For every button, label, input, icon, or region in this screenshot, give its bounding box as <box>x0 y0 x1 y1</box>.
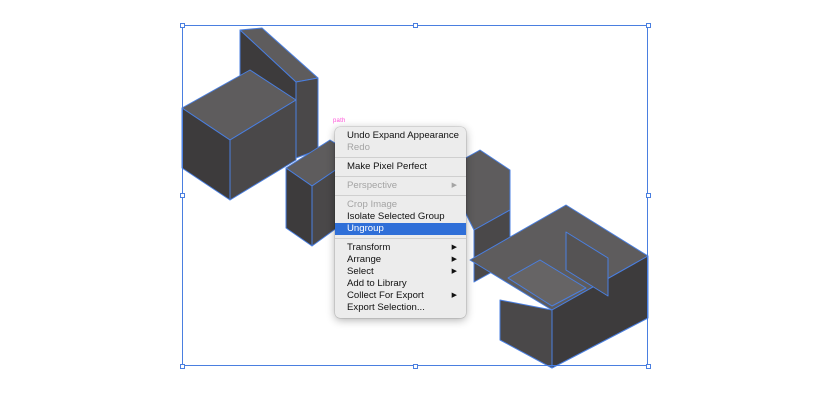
menu-item-redo: Redo <box>335 142 466 154</box>
menu-item-label: Isolate Selected Group <box>347 211 445 222</box>
menu-item-isolate-selected-group[interactable]: Isolate Selected Group <box>335 211 466 223</box>
menu-item-label: Make Pixel Perfect <box>347 161 427 172</box>
menu-item-arrange[interactable]: Arrange ▶ <box>335 254 466 266</box>
submenu-arrow-icon: ▶ <box>451 292 457 299</box>
menu-item-transform[interactable]: Transform ▶ <box>335 242 466 254</box>
menu-item-label: Perspective <box>347 180 398 191</box>
menu-item-label: Select <box>347 266 374 277</box>
menu-item-make-pixel-perfect[interactable]: Make Pixel Perfect <box>335 161 466 173</box>
resize-handle-top-center[interactable] <box>413 23 418 28</box>
menu-item-perspective: Perspective ▶ <box>335 180 466 192</box>
resize-handle-bottom-right[interactable] <box>646 364 651 369</box>
menu-item-label: Add to Library <box>347 278 407 289</box>
menu-item-select[interactable]: Select ▶ <box>335 266 466 278</box>
resize-handle-middle-left[interactable] <box>180 193 185 198</box>
smart-guide-path-label: path <box>333 118 346 124</box>
menu-item-crop-image: Crop Image <box>335 199 466 211</box>
menu-separator <box>335 195 466 196</box>
menu-item-add-to-library[interactable]: Add to Library <box>335 278 466 290</box>
menu-item-label: Redo <box>347 142 370 153</box>
menu-item-label: Arrange <box>347 254 382 265</box>
context-menu: Undo Expand Appearance Redo Make Pixel Per… <box>335 127 466 318</box>
menu-item-label: Crop Image <box>347 199 398 210</box>
menu-item-ungroup[interactable]: Ungroup <box>335 223 466 235</box>
menu-item-export-selection[interactable]: Export Selection... <box>335 302 466 314</box>
submenu-arrow-icon: ▶ <box>451 244 457 251</box>
resize-handle-top-left[interactable] <box>180 23 185 28</box>
menu-item-collect-for-export[interactable]: Collect For Export ▶ <box>335 290 466 302</box>
menu-item-label: Ungroup <box>347 223 384 234</box>
resize-handle-bottom-center[interactable] <box>413 364 418 369</box>
menu-item-label: Export Selection... <box>347 302 425 313</box>
submenu-arrow-icon: ▶ <box>451 268 457 275</box>
submenu-arrow-icon: ▶ <box>451 182 457 189</box>
resize-handle-top-right[interactable] <box>646 23 651 28</box>
menu-item-undo-expand-appearance[interactable]: Undo Expand Appearance <box>335 130 466 142</box>
menu-separator <box>335 238 466 239</box>
menu-item-label: Transform <box>347 242 391 253</box>
menu-separator <box>335 157 466 158</box>
menu-item-label: Collect For Export <box>347 290 424 301</box>
artboard-canvas[interactable]: path Undo Expand Appearance Redo Make Pixe… <box>0 0 820 400</box>
menu-item-label: Undo Expand Appearance <box>347 130 460 141</box>
submenu-arrow-icon: ▶ <box>451 256 457 263</box>
menu-separator <box>335 176 466 177</box>
resize-handle-middle-right[interactable] <box>646 193 651 198</box>
resize-handle-bottom-left[interactable] <box>180 364 185 369</box>
